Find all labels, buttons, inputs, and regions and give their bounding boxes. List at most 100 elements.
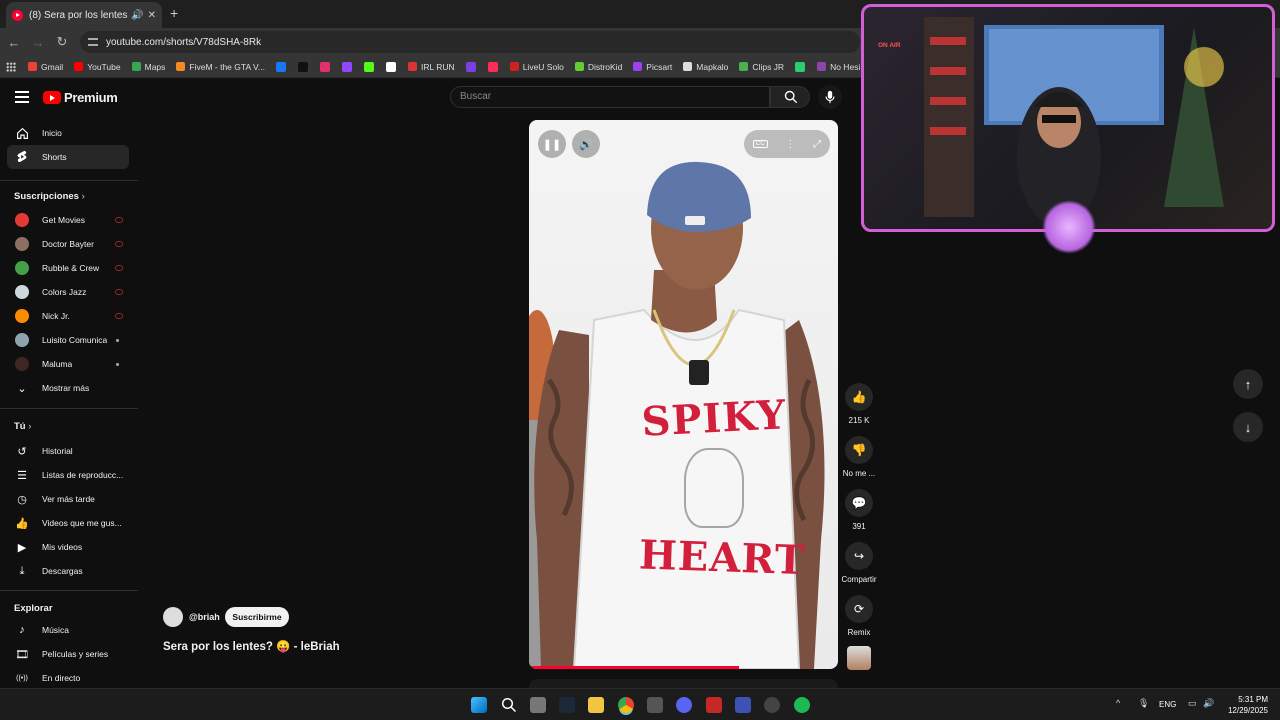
share-button[interactable]: ↪ Compartir (840, 542, 878, 584)
channel-avatar (15, 309, 29, 323)
chrome-icon[interactable] (618, 697, 634, 713)
bookmark-icon[interactable] (342, 61, 352, 72)
bookmark-item[interactable]: FiveM - the GTA V... (176, 62, 265, 72)
sidebar-item-playlists[interactable]: ☰ Listas de reproducc... (7, 463, 129, 487)
address-bar[interactable]: youtube.com/shorts/V78dSHA-8Rk (80, 31, 860, 53)
bookmark-icon (683, 62, 693, 71)
obs-app-icon[interactable] (735, 697, 751, 713)
store-icon[interactable] (647, 697, 663, 713)
sidebar-item-label: Shorts (42, 152, 67, 162)
sidebar-item-history[interactable]: ↺ Historial (7, 439, 129, 463)
steam-icon[interactable] (559, 697, 575, 713)
more-options-icon[interactable]: ⋮ (785, 139, 795, 150)
channel-name[interactable]: @briah (189, 612, 220, 622)
you-heading[interactable]: Tú › (14, 421, 31, 432)
sidebar-item-label: Maluma (42, 359, 73, 369)
reload-button[interactable]: ↻ (50, 34, 74, 50)
subscribe-button[interactable]: Suscribirme (225, 607, 289, 627)
volume-button[interactable]: 🔊 (572, 130, 600, 158)
discord-icon[interactable] (676, 697, 692, 713)
sidebar-item-shorts[interactable]: Shorts (7, 145, 129, 169)
file-explorer-icon[interactable] (588, 697, 604, 713)
app-icon[interactable] (764, 697, 780, 713)
windows-start-icon[interactable] (471, 697, 487, 713)
clock[interactable]: 5:31 PM 12/29/2025 (1222, 694, 1268, 716)
short-video-player[interactable]: SPIKY HEART ❚❚ 🔊 CC ⋮ ⤢ (529, 120, 838, 669)
sidebar-item-like[interactable]: 👍 Videos que me gus... (7, 511, 129, 535)
sidebar-item-movies[interactable]: 🎞 Películas y series (7, 642, 129, 666)
subscriptions-heading[interactable]: Suscripciones › (14, 191, 85, 202)
sidebar-item-music[interactable]: ♪ Música (7, 618, 129, 642)
channel-avatar[interactable] (163, 607, 183, 627)
bookmark-icon[interactable] (795, 61, 806, 72)
voice-search-button[interactable] (818, 85, 842, 109)
bookmark-label: Picsart (646, 61, 673, 72)
bookmark-icon[interactable] (487, 61, 498, 72)
apps-grid-icon[interactable] (6, 61, 16, 72)
new-tab-button[interactable]: + (170, 5, 178, 21)
fullscreen-icon[interactable]: ⤢ (813, 139, 821, 150)
bookmark-item[interactable]: IRL RUN (408, 62, 455, 72)
previous-short-button[interactable]: ↑ (1233, 369, 1263, 399)
forward-button[interactable]: → (26, 35, 50, 50)
close-tab-icon[interactable]: ✕ (148, 10, 156, 21)
bookmark-item[interactable]: LiveU Solo (509, 62, 564, 72)
bookmark-icon[interactable] (320, 61, 330, 72)
network-icon[interactable]: ▭ (1188, 698, 1197, 709)
task-view-icon[interactable] (530, 697, 546, 713)
bookmark-item[interactable]: No Hesi (817, 62, 860, 72)
youtube-logo[interactable]: Premium (43, 90, 118, 105)
language-indicator[interactable]: ENG (1159, 700, 1176, 709)
sidebar-item-my-videos[interactable]: ▶ Mis videos (7, 535, 129, 559)
app-icon[interactable] (706, 697, 722, 713)
bookmark-item[interactable]: Clips JR (739, 62, 784, 72)
sidebar-item-subscription[interactable]: Maluma (7, 352, 129, 376)
sidebar-item-subscription[interactable]: Colors Jazz (7, 280, 129, 304)
sidebar-item-downloads[interactable]: ⤓ Descargas (7, 559, 129, 583)
sidebar-item-inicio[interactable]: Inicio (7, 121, 129, 145)
sidebar-item-subscription[interactable]: Rubble & Crew (7, 256, 129, 280)
bookmark-item[interactable]: Mapkalo (683, 62, 728, 72)
bookmark-icon[interactable] (386, 61, 396, 72)
bookmark-item[interactable]: Picsart (633, 62, 672, 72)
search-input[interactable]: Buscar (450, 86, 770, 108)
bookmark-item[interactable]: Gmail (28, 62, 63, 72)
comments-button[interactable]: 💬 391 (840, 489, 878, 531)
menu-icon[interactable] (15, 91, 29, 103)
dislike-button[interactable]: 👎 No me ... (840, 436, 878, 478)
sidebar-item-subscription[interactable]: Luisito Comunica (7, 328, 129, 352)
sidebar-item-subscription[interactable]: Doctor Bayter (7, 232, 129, 256)
bookmark-item[interactable]: Maps (131, 62, 165, 72)
bookmark-icon[interactable] (465, 61, 476, 72)
chevron-up-icon[interactable]: ^ (1116, 698, 1120, 708)
next-short-button[interactable]: ↓ (1233, 412, 1263, 442)
spotify-icon[interactable] (794, 697, 810, 713)
show-more-button[interactable]: ⌄ Mostrar más (7, 376, 129, 400)
sidebar-item-label: Rubble & Crew (42, 263, 100, 273)
search-button[interactable] (770, 86, 810, 108)
short-title[interactable]: Sera por los lentes? 😛 - leBriah (163, 639, 340, 653)
bookmark-icon[interactable] (298, 61, 308, 72)
bookmark-item[interactable]: YouTube (74, 62, 121, 72)
bookmark-item[interactable]: DistroKid (574, 62, 622, 72)
sidebar-item-watch-later[interactable]: ◷ Ver más tarde (7, 487, 129, 511)
search-icon[interactable] (501, 697, 517, 713)
sidebar-item-subscription[interactable]: Nick Jr. (7, 304, 129, 328)
video-progress-bar[interactable] (529, 666, 740, 669)
site-info-icon[interactable] (88, 38, 98, 46)
back-button[interactable]: ← (2, 35, 26, 50)
remix-button[interactable]: ⟳ Remix (840, 595, 878, 637)
pause-button[interactable]: ❚❚ (538, 130, 566, 158)
sound-thumbnail[interactable] (847, 646, 871, 670)
microphone-icon[interactable]: 🎙 (1138, 698, 1149, 709)
bookmark-icon (739, 62, 749, 71)
speaker-icon[interactable]: 🔊 (131, 10, 143, 21)
like-button[interactable]: 👍 215 K (840, 383, 878, 425)
sidebar-item-live[interactable]: ((•)) En directo (7, 666, 129, 690)
bookmark-icon[interactable] (276, 61, 286, 72)
captions-icon[interactable]: CC (752, 140, 768, 148)
sidebar-item-subscription[interactable]: Get Movies (7, 208, 129, 232)
volume-icon[interactable]: 🔊 (1203, 698, 1214, 709)
bookmark-icon[interactable] (364, 61, 374, 72)
browser-tab[interactable]: (8) Sera por los lentes? 😛 🔊 ✕ (6, 2, 162, 28)
